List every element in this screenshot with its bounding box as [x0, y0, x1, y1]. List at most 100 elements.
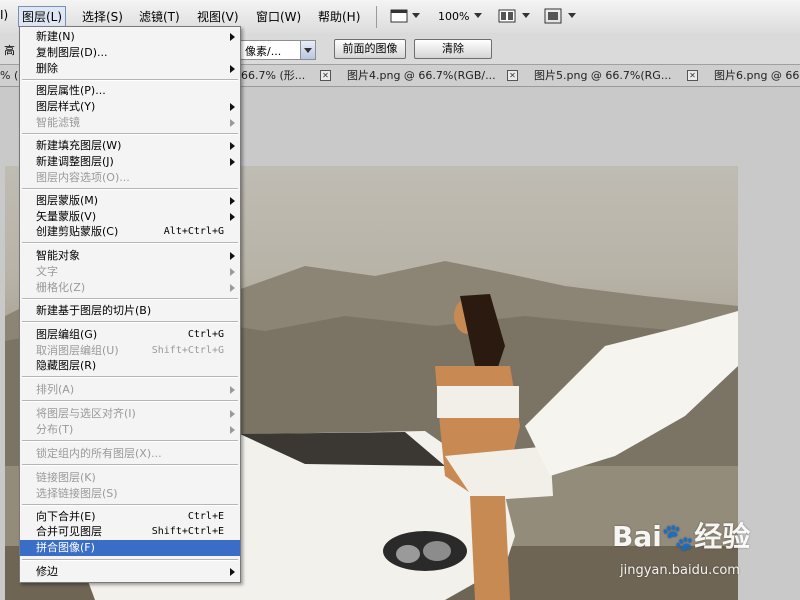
menu-separator	[22, 504, 238, 506]
menu-item-help[interactable]: 帮助(H)	[318, 8, 360, 25]
menu-item-new-layer-based-slice[interactable]: 新建基于图层的切片(B)	[20, 303, 240, 319]
menu-item-filter[interactable]: 滤镜(T)	[139, 8, 180, 25]
arrange-documents-icon[interactable]	[498, 8, 516, 24]
submenu-arrow-icon	[230, 119, 235, 127]
menu-item-label: 图层样式(Y)	[36, 100, 96, 113]
screen-mode-icon[interactable]	[390, 8, 408, 24]
menu-item-shortcut: Ctrl+E	[187, 511, 224, 522]
menu-item-new-adjustment-layer[interactable]: 新建调整图层(J)	[20, 154, 240, 170]
menu-separator	[22, 298, 238, 300]
sample-select-value: 像素/...	[245, 45, 282, 58]
menu-item-layer-content-options: 图层内容选项(O)...	[20, 170, 240, 186]
menu-item-lock-all-layers: 锁定组内的所有图层(X)...	[20, 446, 240, 462]
menu-item-label: 合并可见图层	[36, 525, 102, 538]
submenu-arrow-icon	[230, 426, 235, 434]
menu-item-layer-mask[interactable]: 图层蒙版(M)	[20, 193, 240, 209]
document-tab[interactable]: % (	[0, 66, 18, 85]
zoom-level[interactable]: 100%	[438, 10, 469, 23]
menu-item-align-to-selection: 将图层与选区对齐(I)	[20, 406, 240, 422]
submenu-arrow-icon	[230, 213, 235, 221]
menu-item-ungroup-layers: 取消图层编组(U) Shift+Ctrl+G	[20, 343, 240, 359]
menu-item-duplicate-layer[interactable]: 复制图层(D)...	[20, 45, 240, 61]
menu-item-shortcut: Alt+Ctrl+G	[163, 226, 224, 237]
close-icon[interactable]: ✕	[320, 70, 331, 81]
menu-item-layer-properties[interactable]: 图层属性(P)...	[20, 83, 240, 99]
document-tab[interactable]: 图片5.png @ 66.7%(RG...	[534, 66, 671, 85]
menu-item-smart-object[interactable]: 智能对象	[20, 248, 240, 264]
screen-mode-dropdown-icon[interactable]	[412, 13, 420, 18]
menu-separator	[22, 559, 238, 561]
menu-item-prev[interactable]: I)	[0, 8, 8, 22]
select-arrow-icon[interactable]	[300, 41, 315, 59]
menu-item-new-fill-layer[interactable]: 新建填充图层(W)	[20, 138, 240, 154]
arrange-dropdown-icon[interactable]	[522, 13, 530, 18]
menu-item-matting[interactable]: 修边	[20, 564, 240, 580]
menu-item-label: 复制图层(D)...	[36, 46, 108, 59]
menu-item-type: 文字	[20, 264, 240, 280]
submenu-arrow-icon	[230, 33, 235, 41]
menu-separator	[22, 79, 238, 81]
submenu-arrow-icon	[230, 65, 235, 73]
layer-menu: 新建(N) 复制图层(D)... 删除 图层属性(P)... 图层样式(Y) 智…	[19, 26, 241, 583]
menu-separator	[22, 188, 238, 190]
menu-item-arrange: 排列(A)	[20, 382, 240, 398]
submenu-arrow-icon	[230, 568, 235, 576]
menu-item-create-clipping-mask[interactable]: 创建剪贴蒙版(C) Alt+Ctrl+G	[20, 224, 240, 240]
document-tab[interactable]: 图片6.png @ 66.7%	[714, 66, 800, 85]
menu-separator	[22, 133, 238, 135]
paw-icon: 🐾	[661, 523, 695, 553]
menu-item-merge-down[interactable]: 向下合并(E) Ctrl+E	[20, 509, 240, 525]
document-tab[interactable]: 图片4.png @ 66.7%(RGB/...	[347, 66, 496, 85]
menu-item-label: 图层蒙版(M)	[36, 194, 99, 207]
watermark-brand2: 经验	[694, 520, 751, 553]
menu-item-label: 栅格化(Z)	[36, 281, 86, 294]
menu-item-label: 修边	[36, 565, 58, 578]
document-tab[interactable]: 66.7% (形...	[241, 66, 305, 85]
menu-item-delete[interactable]: 删除	[20, 61, 240, 77]
watermark-brand: Bai	[612, 520, 662, 553]
menu-item-vector-mask[interactable]: 矢量蒙版(V)	[20, 209, 240, 225]
menu-item-group-layers[interactable]: 图层编组(G) Ctrl+G	[20, 327, 240, 343]
fit-screen-dropdown-icon[interactable]	[568, 13, 576, 18]
menu-item-label: 文字	[36, 265, 58, 278]
submenu-arrow-icon	[230, 158, 235, 166]
menu-item-merge-visible[interactable]: 合并可见图层 Shift+Ctrl+E	[20, 524, 240, 540]
menu-item-label: 隐藏图层(R)	[36, 359, 97, 372]
menu-separator	[22, 242, 238, 244]
fit-screen-icon[interactable]	[544, 8, 562, 24]
submenu-arrow-icon	[230, 268, 235, 276]
baidu-watermark: Bai🐾经验 jingyan.baidu.com	[612, 515, 751, 578]
menu-item-select[interactable]: 选择(S)	[82, 8, 123, 25]
menu-item-shortcut: Ctrl+G	[187, 329, 224, 340]
menu-item-label: 锁定组内的所有图层(X)...	[36, 447, 162, 460]
zoom-dropdown-icon[interactable]	[474, 13, 482, 18]
front-image-button[interactable]: 前面的图像	[334, 39, 406, 59]
menu-item-label: 图层编组(G)	[36, 328, 98, 341]
close-icon[interactable]: ✕	[507, 70, 518, 81]
watermark-url: jingyan.baidu.com	[620, 563, 740, 578]
menu-item-hide-layers[interactable]: 隐藏图层(R)	[20, 358, 240, 374]
menu-item-label: 智能对象	[36, 249, 80, 262]
submenu-arrow-icon	[230, 410, 235, 418]
menu-item-label: 新建填充图层(W)	[36, 139, 122, 152]
menu-item-label: 选择链接图层(S)	[36, 487, 118, 500]
menu-item-window[interactable]: 窗口(W)	[256, 8, 301, 25]
menu-item-label: 链接图层(K)	[36, 471, 96, 484]
clear-button[interactable]: 清除	[414, 39, 492, 59]
menu-item-view[interactable]: 视图(V)	[197, 8, 239, 25]
submenu-arrow-icon	[230, 142, 235, 150]
menu-item-distribute: 分布(T)	[20, 422, 240, 438]
menu-item-label: 取消图层编组(U)	[36, 344, 119, 357]
menu-item-layer-style[interactable]: 图层样式(Y)	[20, 99, 240, 115]
menu-separator	[22, 464, 238, 466]
menu-item-label: 删除	[36, 62, 58, 75]
menu-item-new[interactable]: 新建(N)	[20, 29, 240, 45]
menu-item-flatten-image[interactable]: 拼合图像(F)	[20, 540, 240, 556]
menu-item-rasterize: 栅格化(Z)	[20, 280, 240, 296]
close-icon[interactable]: ✕	[687, 70, 698, 81]
menu-item-smart-filter: 智能滤镜	[20, 115, 240, 131]
menu-item-layer[interactable]: 图层(L)	[18, 6, 67, 27]
submenu-arrow-icon	[230, 197, 235, 205]
menu-item-label: 拼合图像(F)	[36, 541, 95, 554]
sample-select[interactable]: 像素/...	[240, 40, 316, 60]
